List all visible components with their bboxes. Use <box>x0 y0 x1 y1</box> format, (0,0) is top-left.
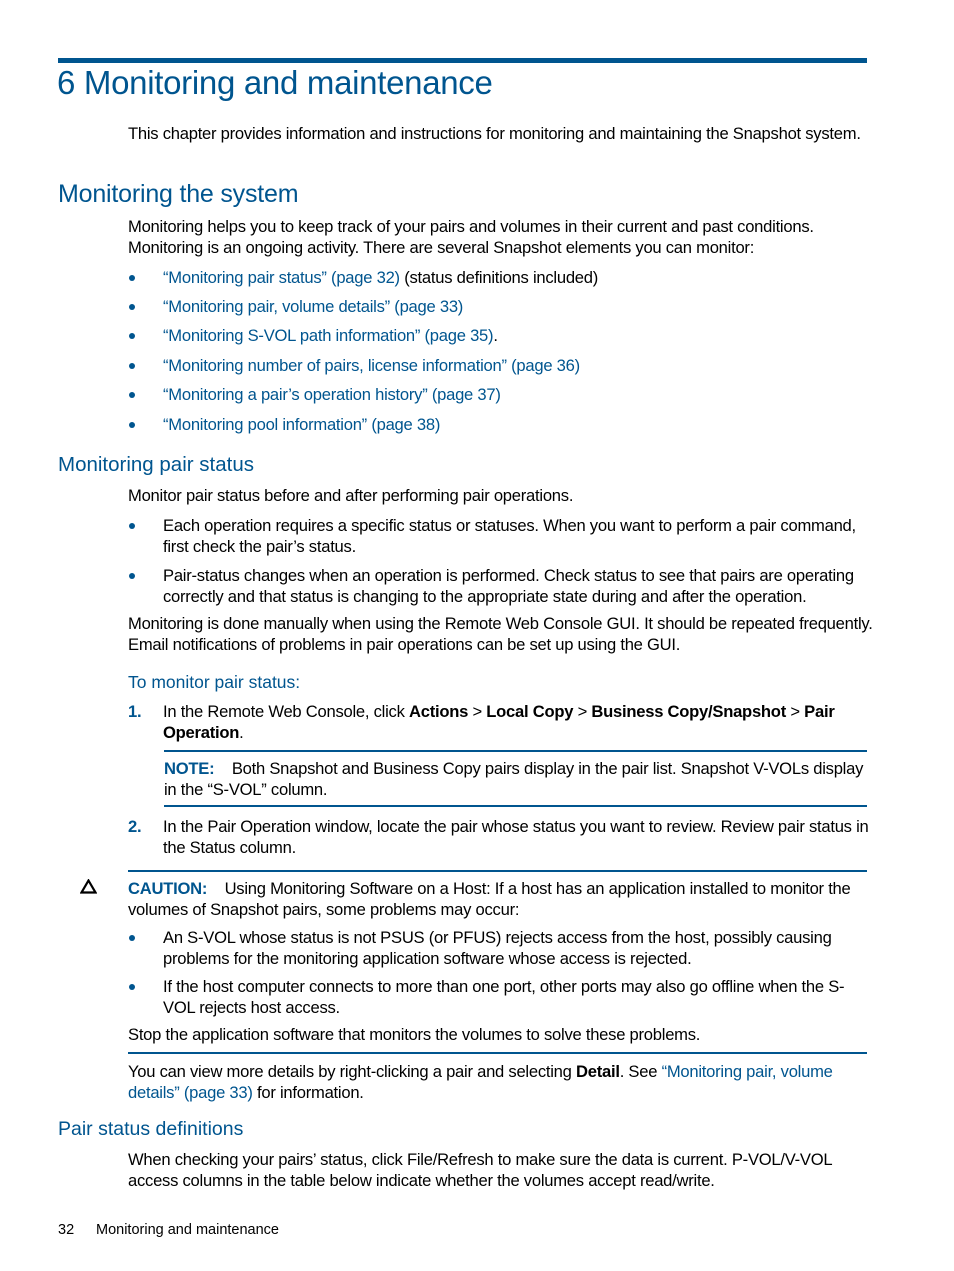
menu-business-copy-snapshot: Business Copy/Snapshot <box>591 702 786 721</box>
caution-text-block: CAUTION: Using Monitoring Software on a … <box>128 878 873 920</box>
link-monitoring-operation-history[interactable]: “Monitoring a pair’s operation history” … <box>163 385 501 404</box>
caution-icon <box>79 878 98 899</box>
note-bottom-rule <box>164 805 867 807</box>
list-item: “Monitoring pair status” (page 32) (stat… <box>128 267 873 288</box>
list-item: “Monitoring number of pairs, license inf… <box>128 355 873 376</box>
menu-separator: > <box>573 702 592 721</box>
monitoring-system-paragraph: Monitoring helps you to keep track of yo… <box>128 217 814 257</box>
section-heading-pair-status: Monitoring pair status <box>58 453 254 476</box>
chapter-top-rule <box>58 58 867 63</box>
caution-text: Using Monitoring Software on a Host: If … <box>128 879 851 919</box>
step-text: In the Remote Web Console, click <box>163 702 409 721</box>
detail-menu-item: Detail <box>576 1062 620 1081</box>
link-suffix: (status definitions included) <box>399 268 599 287</box>
caution-label: CAUTION: <box>128 879 208 898</box>
details-text: for information. <box>252 1083 364 1102</box>
list-item: “Monitoring S-VOL path information” (pag… <box>128 325 873 346</box>
caution-top-rule <box>128 870 867 872</box>
step-number: 2. <box>128 817 142 836</box>
caution-closing: Stop the application software that monit… <box>128 1025 701 1044</box>
list-item: Pair-status changes when an operation is… <box>128 565 873 607</box>
link-monitoring-svol-path[interactable]: “Monitoring S-VOL path information” (pag… <box>163 326 494 345</box>
bullet-icon <box>129 984 135 990</box>
procedure-step-1: 1. In the Remote Web Console, click Acti… <box>128 701 873 743</box>
details-text: You can view more details by right-click… <box>128 1062 577 1081</box>
page-number: 32 <box>58 1222 75 1238</box>
bullet-text: Each operation requires a specific statu… <box>163 516 856 556</box>
note-box: NOTE: Both Snapshot and Business Copy pa… <box>164 758 869 800</box>
bullet-icon <box>129 422 135 428</box>
list-item: “Monitoring pair, volume details” (page … <box>128 296 873 317</box>
list-item: Each operation requires a specific statu… <box>128 515 873 557</box>
pair-status-intro: Monitor pair status before and after per… <box>128 486 574 505</box>
menu-separator: > <box>785 702 805 721</box>
section-heading-monitoring-system: Monitoring the system <box>58 180 299 208</box>
link-monitoring-pair-status[interactable]: “Monitoring pair status” (page 32) <box>163 268 400 287</box>
bullet-text: Pair-status changes when an operation is… <box>163 566 854 606</box>
link-monitoring-pair-volume-details[interactable]: “Monitoring pair, volume details” (page … <box>163 297 463 316</box>
link-monitoring-pool-information[interactable]: “Monitoring pool information” (page 38) <box>163 415 440 434</box>
bullet-text: If the host computer connects to more th… <box>163 977 845 1017</box>
definitions-paragraph: When checking your pairs’ status, click … <box>128 1150 832 1190</box>
bullet-icon <box>129 573 135 579</box>
bullet-icon <box>129 363 135 369</box>
note-top-rule <box>164 750 867 752</box>
menu-local-copy: Local Copy <box>486 702 574 721</box>
list-item: “Monitoring a pair’s operation history” … <box>128 384 873 405</box>
details-paragraph: You can view more details by right-click… <box>128 1061 873 1103</box>
link-monitoring-number-of-pairs[interactable]: “Monitoring number of pairs, license inf… <box>163 356 580 375</box>
note-text: Both Snapshot and Business Copy pairs di… <box>164 759 864 799</box>
chapter-intro: This chapter provides information and in… <box>128 124 861 143</box>
chapter-title: 6 Monitoring and maintenance <box>57 64 493 101</box>
step-end: . <box>239 723 244 742</box>
step-number: 1. <box>128 702 142 721</box>
bullet-icon <box>129 333 135 339</box>
note-label: NOTE: <box>164 759 215 778</box>
procedure-step-2: 2. In the Pair Operation window, locate … <box>128 816 873 858</box>
details-text: . See <box>619 1062 662 1081</box>
bullet-icon <box>129 392 135 398</box>
list-item: “Monitoring pool information” (page 38) <box>128 414 873 435</box>
list-item: An S-VOL whose status is not PSUS (or PF… <box>128 927 873 969</box>
footer-section-title: Monitoring and maintenance <box>96 1222 279 1238</box>
bullet-text: An S-VOL whose status is not PSUS (or PF… <box>163 928 832 968</box>
menu-separator: > <box>468 702 487 721</box>
manual-monitoring-paragraph: Monitoring is done manually when using t… <box>128 614 873 654</box>
menu-actions: Actions <box>409 702 469 721</box>
caution-bottom-rule <box>128 1052 867 1054</box>
procedure-heading: To monitor pair status: <box>128 672 301 692</box>
section-heading-pair-status-definitions: Pair status definitions <box>58 1118 244 1140</box>
bullet-icon <box>129 935 135 941</box>
bullet-icon <box>129 275 135 281</box>
step-text: In the Pair Operation window, locate the… <box>163 817 869 857</box>
list-item: If the host computer connects to more th… <box>128 976 873 1018</box>
link-suffix: . <box>493 326 498 345</box>
bullet-icon <box>129 304 135 310</box>
page-footer: 32 Monitoring and maintenance <box>58 1222 279 1238</box>
bullet-icon <box>129 523 135 529</box>
